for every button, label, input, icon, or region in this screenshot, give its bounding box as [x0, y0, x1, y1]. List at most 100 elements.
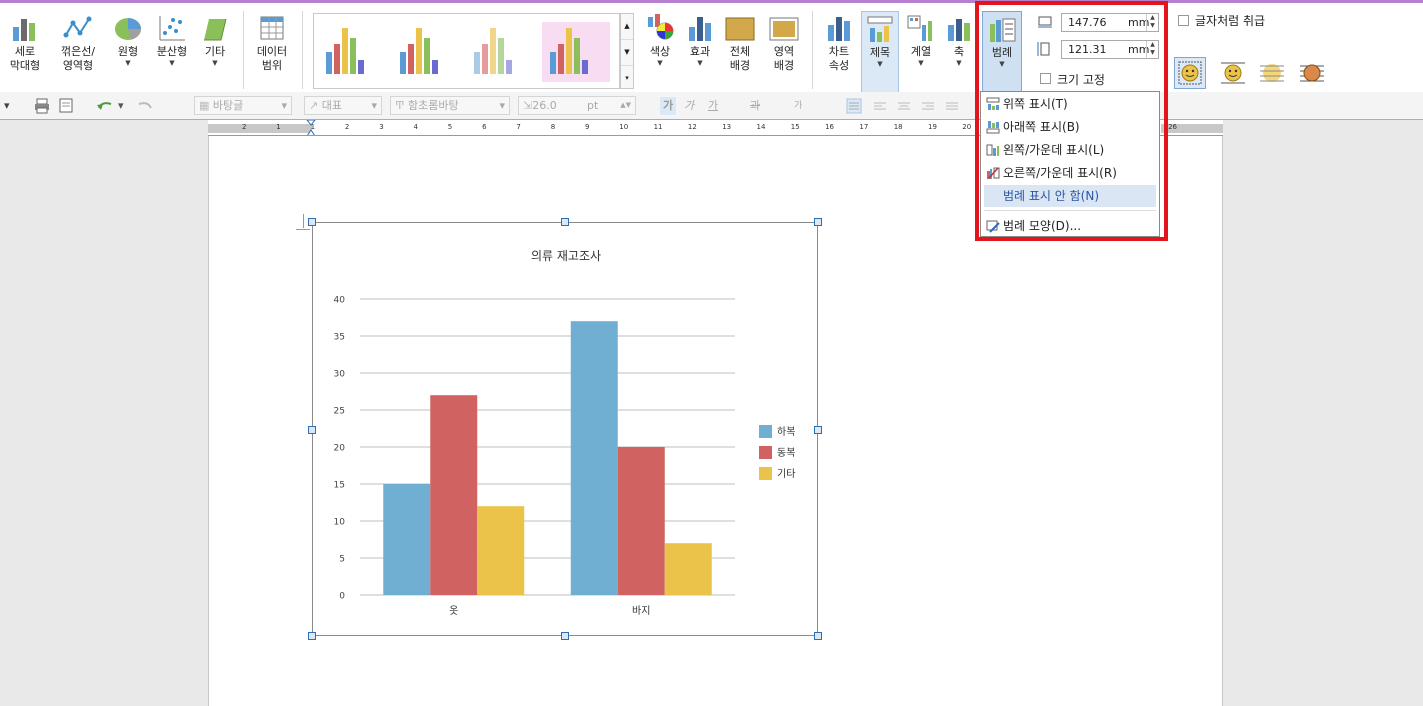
- resize-handle-bl[interactable]: [308, 632, 316, 640]
- area-background-button[interactable]: 영역 배경: [764, 13, 804, 73]
- chart-style-2[interactable]: [392, 22, 460, 82]
- data-range-button[interactable]: 데이터 범위: [250, 13, 294, 73]
- crop-mark: [303, 214, 304, 228]
- ruler-number: 6: [482, 123, 487, 131]
- ribbon-separator: [243, 11, 244, 89]
- chart-style-gallery[interactable]: [313, 13, 620, 89]
- data-range-icon: [260, 16, 284, 40]
- ruler-number: 19: [928, 123, 937, 131]
- ruler-number: 12: [687, 123, 697, 131]
- align-center-icon[interactable]: [896, 98, 912, 114]
- area-bg-label1: 영역: [773, 45, 795, 58]
- resize-handle-b[interactable]: [561, 632, 569, 640]
- y-tick-label: 5: [339, 555, 345, 565]
- full-background-button[interactable]: 전체 배경: [720, 13, 760, 73]
- resize-handle-tl[interactable]: [308, 218, 316, 226]
- wrap-front-text-icon[interactable]: [1297, 58, 1327, 88]
- effect-button[interactable]: 효과 ▼: [682, 13, 718, 67]
- ruler-number: 3: [379, 123, 384, 131]
- wrap-topbottom-icon[interactable]: [1218, 58, 1248, 88]
- undo-icon[interactable]: [96, 98, 114, 114]
- chart-style-1[interactable]: [318, 22, 386, 82]
- full-background-icon: [725, 17, 755, 41]
- wrap-square-button[interactable]: [1174, 57, 1206, 89]
- chart-object[interactable]: 의류 재고조사 0 5 10 15 20 25 30 35 40 옷 바지 하복 동복 기타: [312, 222, 818, 636]
- redo-icon[interactable]: [136, 98, 154, 114]
- other-chart-label: 기타: [204, 45, 226, 58]
- gallery-scroll[interactable]: ▲ ▼ ▾: [620, 13, 634, 89]
- column-chart-label1: 세로: [14, 45, 36, 58]
- ruler-number: 4: [413, 123, 418, 131]
- ruler-number: 16: [825, 123, 835, 131]
- resize-handle-br[interactable]: [814, 632, 822, 640]
- y-tick-label: 0: [339, 592, 345, 602]
- line-chart-label1: 꺾은선/: [60, 45, 96, 58]
- effect-icon: [689, 17, 711, 41]
- chart-properties-button[interactable]: 차트 속성: [820, 13, 858, 73]
- full-bg-label2: 배경: [729, 59, 751, 72]
- italic-button[interactable]: 가: [684, 97, 694, 115]
- scatter-dropdown-arrow: ▼: [169, 59, 175, 67]
- title-dropdown-arrow: ▼: [877, 60, 883, 68]
- gallery-more-icon[interactable]: ▾: [621, 66, 633, 91]
- resize-handle-tr[interactable]: [814, 218, 822, 226]
- series-button[interactable]: 계열 ▼: [902, 13, 940, 67]
- legend-swatch: [759, 467, 772, 480]
- toolbar-left-arrow[interactable]: ▾: [4, 97, 10, 115]
- font-select[interactable]: Ͳ 함초롬바탕 ▾: [390, 96, 510, 115]
- ruler-number: 2: [242, 123, 247, 131]
- chart-style-4-selected[interactable]: [542, 22, 610, 82]
- ruler-number: 14: [756, 123, 766, 131]
- data-range-label2: 범위: [261, 59, 283, 72]
- ruler-number: 13: [722, 123, 732, 131]
- axis-button[interactable]: 축 ▼: [942, 13, 976, 67]
- underline-button[interactable]: 가: [708, 97, 718, 115]
- ruler-number: 18: [893, 123, 903, 131]
- align-justify-icon[interactable]: [846, 98, 862, 114]
- indent-marker-icon[interactable]: [305, 120, 317, 136]
- pie-chart-button[interactable]: 원형 ▼: [108, 13, 148, 67]
- wrap-behind-text-icon[interactable]: [1257, 58, 1287, 88]
- y-tick-label: 25: [334, 407, 345, 417]
- other-dropdown-arrow: ▼: [212, 59, 218, 67]
- color-palette-icon: [648, 14, 674, 40]
- scatter-chart-button[interactable]: 분산형 ▼: [150, 13, 194, 67]
- legend-swatch: [759, 425, 772, 438]
- y-tick-label: 35: [334, 333, 345, 343]
- print-icon[interactable]: [34, 98, 50, 114]
- column-chart-button[interactable]: 세로 막대형: [4, 13, 46, 73]
- style-select[interactable]: ▦ 바탕글 ▾: [194, 96, 292, 115]
- strikethrough-button[interactable]: 과: [750, 97, 760, 115]
- chart-title: 의류 재고조사: [531, 249, 601, 263]
- font-value: 함초롬바탕: [407, 99, 459, 112]
- resize-handle-r[interactable]: [814, 426, 822, 434]
- treat-as-char-checkbox[interactable]: [1178, 15, 1189, 26]
- other-chart-button[interactable]: 기타 ▼: [196, 13, 234, 67]
- resize-handle-t[interactable]: [561, 218, 569, 226]
- treat-as-char-label: 글자처럼 취급: [1195, 14, 1266, 28]
- data-range-label1: 데이터: [256, 45, 288, 58]
- language-select[interactable]: ↗ 대표 ▾: [304, 96, 382, 115]
- align-right-icon[interactable]: [920, 98, 936, 114]
- undo-dropdown-arrow[interactable]: ▾: [118, 97, 124, 115]
- preview-icon[interactable]: [58, 98, 74, 114]
- language-value: 대표: [321, 99, 342, 112]
- ruler-number: 7: [516, 123, 521, 131]
- x-tick-label: 옷: [449, 605, 458, 617]
- color-button[interactable]: 색상 ▼: [640, 13, 680, 67]
- chart-style-3[interactable]: [466, 22, 534, 82]
- resize-handle-l[interactable]: [308, 426, 316, 434]
- gallery-down-icon[interactable]: ▼: [621, 40, 633, 66]
- wrap-square-icon: [1178, 61, 1202, 85]
- gallery-up-icon[interactable]: ▲: [621, 14, 633, 40]
- font-size-field[interactable]: ⇲26.0 pt ▲▼: [518, 96, 636, 115]
- align-left-icon[interactable]: [872, 98, 888, 114]
- bold-button[interactable]: 가: [660, 97, 676, 115]
- legend-label: 동복: [777, 447, 795, 459]
- color-label: 색상: [649, 45, 671, 58]
- line-chart-label2: 영역형: [62, 59, 94, 72]
- title-button[interactable]: 제목 ▼: [861, 11, 899, 93]
- line-chart-button[interactable]: 꺾은선/ 영역형: [54, 13, 102, 73]
- superscript-button[interactable]: 가: [794, 97, 802, 115]
- align-distribute-icon[interactable]: [944, 98, 960, 114]
